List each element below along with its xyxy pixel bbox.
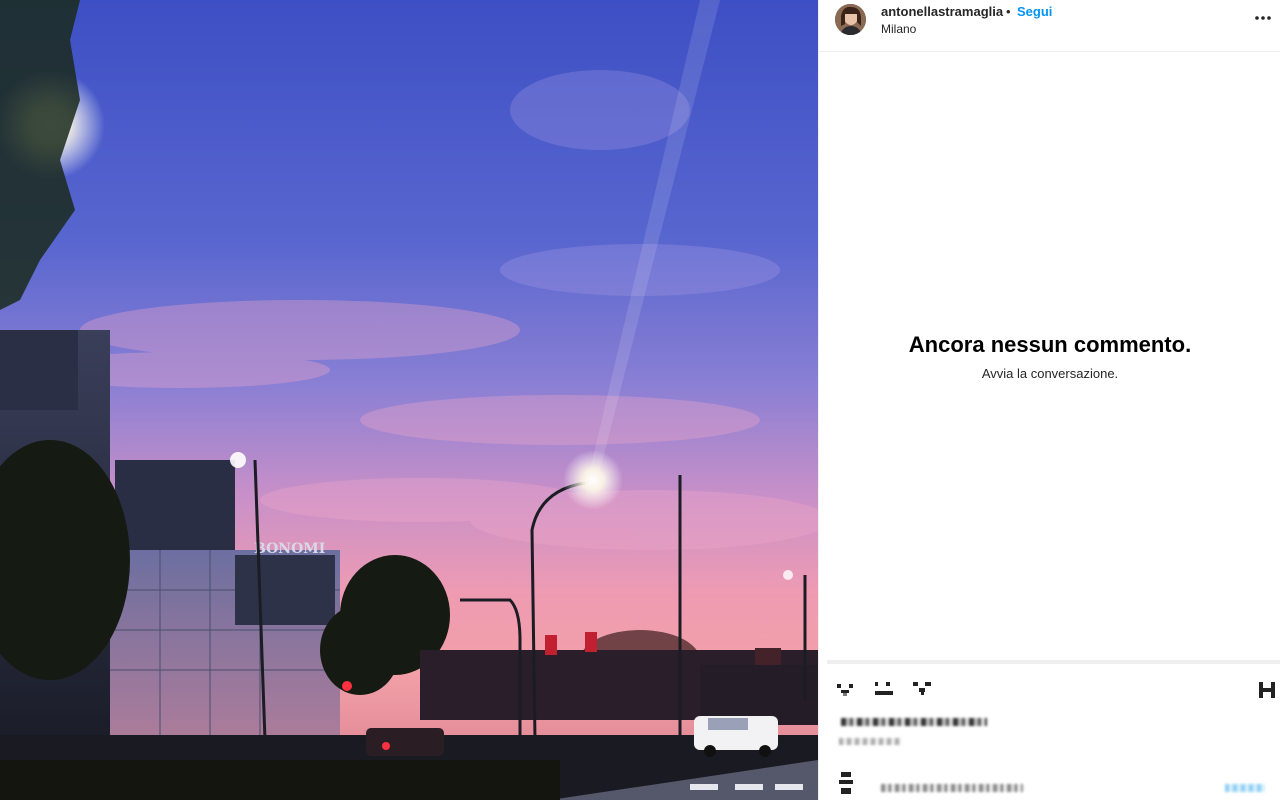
- empty-comments-subtitle: Avvia la conversazione.: [981, 366, 1119, 381]
- follow-button[interactable]: Segui: [1017, 4, 1052, 19]
- avatar[interactable]: [835, 4, 866, 35]
- sunset-street-image: BONOMI: [0, 0, 818, 800]
- emoji-icon[interactable]: [839, 772, 855, 798]
- bookmark-icon[interactable]: [1255, 676, 1279, 700]
- separator-dot: •: [1006, 4, 1011, 19]
- empty-comments-title: Ancora nessun commento.: [908, 332, 1192, 357]
- post-header: antonellastramaglia • Segui Milano: [819, 0, 1280, 52]
- more-options-icon[interactable]: [1251, 8, 1275, 28]
- action-bar: [819, 672, 1280, 706]
- comment-icon[interactable]: [873, 676, 897, 700]
- likes-count-blurred: [841, 718, 987, 726]
- post-photo[interactable]: BONOMI: [0, 0, 818, 800]
- location-link[interactable]: Milano: [881, 22, 916, 36]
- add-comment-placeholder-blurred[interactable]: [881, 784, 1023, 792]
- post-date-blurred: [839, 738, 901, 745]
- share-icon[interactable]: [911, 676, 935, 700]
- post-comment-button-blurred[interactable]: [1225, 784, 1265, 792]
- section-divider: [827, 660, 1280, 664]
- post-detail-pane: antonellastramaglia • Segui Milano Ancor…: [818, 0, 1280, 800]
- username-link[interactable]: antonellastramaglia: [881, 4, 1003, 19]
- heart-icon[interactable]: [835, 676, 859, 700]
- bonomi-sign: BONOMI: [254, 541, 325, 557]
